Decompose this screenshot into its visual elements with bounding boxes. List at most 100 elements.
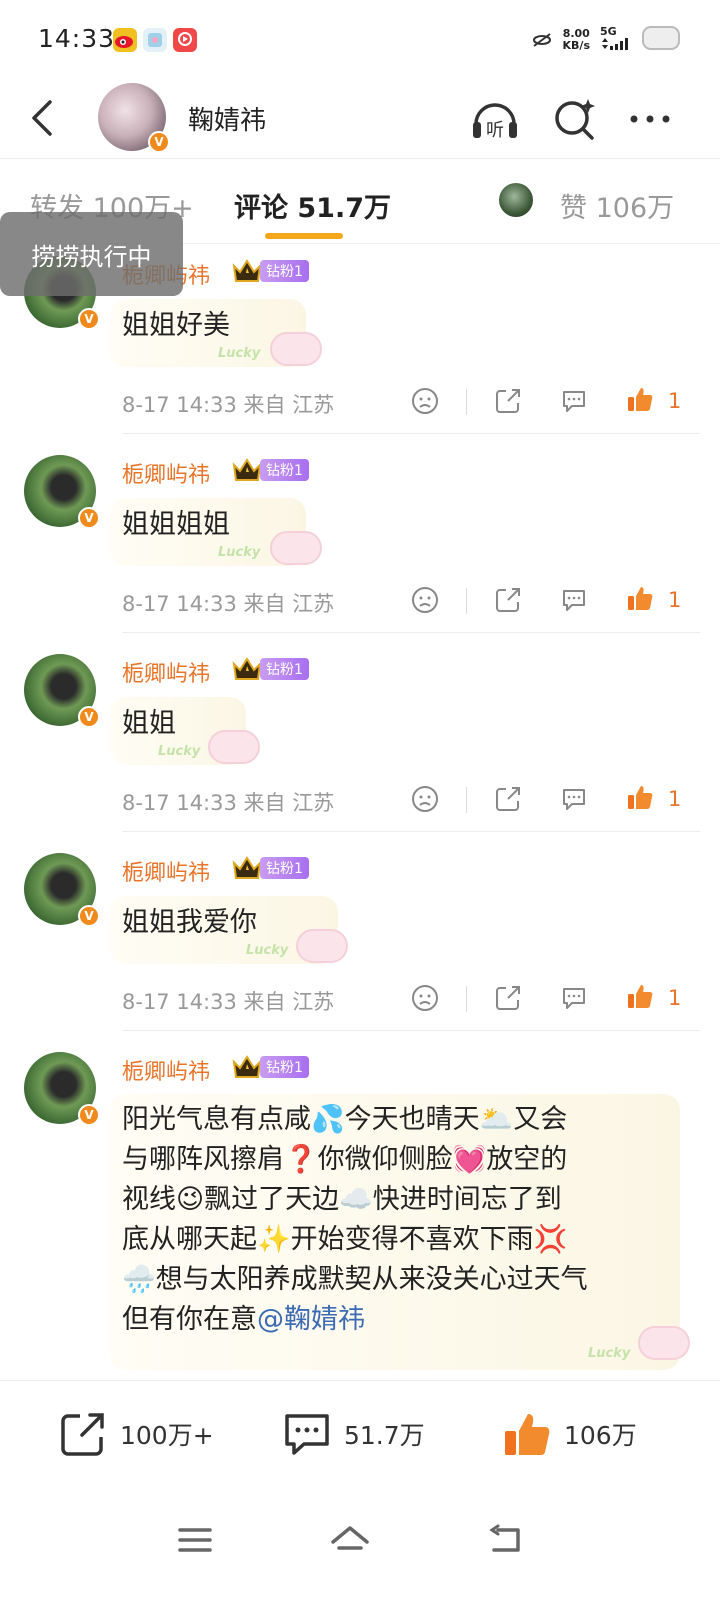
network-type: 5G xyxy=(600,26,628,53)
like-count: 1 xyxy=(668,389,682,413)
comment-icon xyxy=(285,1414,329,1455)
signal-icon xyxy=(602,38,628,50)
commenter-avatar[interactable]: V xyxy=(24,853,100,927)
home-icon[interactable] xyxy=(330,1522,370,1558)
comment-item: V 栀卿屿祎 钻粉1 Lucky 姐姐我爱你 8-17 14:33 来自 江苏 … xyxy=(0,841,720,1031)
reply-icon[interactable] xyxy=(560,387,588,415)
comment-text[interactable]: 姐姐 xyxy=(122,704,176,744)
dislike-face-icon[interactable] xyxy=(411,387,439,415)
fan-level-label: 钻粉1 xyxy=(260,857,309,879)
bubble-lucky-text: Lucky xyxy=(218,346,261,361)
comment-meta: 8-17 14:33 来自 江苏 xyxy=(122,990,335,1014)
crown-icon xyxy=(232,657,262,680)
status-right-icons: 8.00 KB/s 5G xyxy=(531,26,660,53)
header-divider xyxy=(0,158,720,159)
bluetooth-off-icon xyxy=(532,32,551,47)
like-count-total: 106万 xyxy=(564,1421,637,1450)
verified-badge-icon: V xyxy=(78,706,100,728)
reply-icon[interactable] xyxy=(560,586,588,614)
comment-divider xyxy=(122,831,700,832)
header-username[interactable]: 鞠婧祎 xyxy=(188,100,266,137)
verified-badge-icon: V xyxy=(78,1104,100,1126)
menu-icon[interactable] xyxy=(176,1522,216,1558)
comment-meta: 8-17 14:33 来自 江苏 xyxy=(122,393,335,417)
crown-icon xyxy=(232,1055,262,1078)
action-separator xyxy=(466,986,467,1012)
commenter-name[interactable]: 栀卿屿祎 xyxy=(122,457,210,489)
thumbs-up-icon[interactable] xyxy=(626,584,654,612)
bubble-cloud-icon xyxy=(296,929,348,963)
crown-icon xyxy=(232,259,262,282)
action-separator xyxy=(466,787,467,813)
dislike-face-icon[interactable] xyxy=(411,586,439,614)
commenter-name[interactable]: 栀卿屿祎 xyxy=(122,855,210,887)
status-app-icons xyxy=(113,28,197,52)
share-icon xyxy=(61,1413,104,1456)
commenter-avatar[interactable]: V xyxy=(24,1052,100,1126)
fan-level-label: 钻粉1 xyxy=(260,459,309,481)
action-separator xyxy=(466,389,467,415)
comment-text[interactable]: 姐姐姐姐 xyxy=(122,505,230,545)
more-icon[interactable] xyxy=(626,94,676,144)
crown-icon xyxy=(232,458,262,481)
comment-meta: 8-17 14:33 来自 江苏 xyxy=(122,791,335,815)
bubble-lucky-text: Lucky xyxy=(158,744,201,759)
comment-count: 51.7万 xyxy=(344,1421,425,1450)
status-time: 14:33 xyxy=(38,24,116,53)
commenter-name[interactable]: 栀卿屿祎 xyxy=(122,656,210,688)
fan-level-label: 钻粉1 xyxy=(260,658,309,680)
comment-text[interactable]: 阳光气息有点咸💦今天也晴天🌥️又会 与哪阵风擦肩❓你微仰侧脸💓放空的 视线😉飘过… xyxy=(122,1100,682,1340)
fan-badge: 钻粉1 xyxy=(232,258,309,284)
commenter-avatar[interactable]: V xyxy=(24,654,100,728)
bubble-lucky-text: Lucky xyxy=(588,1346,631,1361)
fan-badge: 钻粉1 xyxy=(232,855,309,881)
action-separator xyxy=(466,588,467,614)
thumbs-up-icon[interactable] xyxy=(626,982,654,1010)
reply-icon[interactable] xyxy=(560,785,588,813)
tab-comments[interactable]: 评论 51.7万 xyxy=(234,186,391,225)
share-icon[interactable] xyxy=(494,387,522,415)
like-count: 1 xyxy=(668,588,682,612)
comment-button[interactable]: 51.7万 xyxy=(282,1409,425,1459)
share-icon[interactable] xyxy=(494,984,522,1012)
comment-divider xyxy=(122,1030,700,1031)
commenter-avatar[interactable]: V xyxy=(24,455,100,529)
weibo-app-icon xyxy=(113,28,137,52)
back-nav-icon[interactable] xyxy=(488,1522,528,1558)
commenter-name[interactable]: 栀卿屿祎 xyxy=(122,1054,210,1086)
search-icon[interactable] xyxy=(550,94,600,144)
svg-text:听: 听 xyxy=(486,120,504,141)
like-count: 1 xyxy=(668,787,682,811)
bubble-cloud-icon xyxy=(270,332,322,366)
repost-button[interactable]: 100万+ xyxy=(58,1409,214,1459)
reply-icon[interactable] xyxy=(560,984,588,1012)
verified-badge-icon: V xyxy=(78,507,100,529)
video-app-icon xyxy=(173,28,197,52)
share-icon[interactable] xyxy=(494,586,522,614)
listen-headphones-icon[interactable]: 听 xyxy=(470,94,520,144)
dislike-face-icon[interactable] xyxy=(411,984,439,1012)
header-avatar[interactable]: V xyxy=(98,83,170,153)
comment-text[interactable]: 姐姐好美 xyxy=(122,306,230,346)
comment-divider xyxy=(122,632,700,633)
bubble-lucky-text: Lucky xyxy=(218,545,261,560)
bubble-lucky-text: Lucky xyxy=(246,943,289,958)
comment-text[interactable]: 姐姐我爱你 xyxy=(122,903,257,943)
thumbs-up-icon[interactable] xyxy=(626,783,654,811)
back-arrow-icon[interactable] xyxy=(24,98,64,138)
share-icon[interactable] xyxy=(494,785,522,813)
comment-divider xyxy=(122,433,700,434)
fan-badge: 钻粉1 xyxy=(232,1054,309,1080)
verified-badge-icon: V xyxy=(78,905,100,927)
net-speed: 8.00 KB/s xyxy=(562,26,590,52)
mention-link[interactable]: @鞠婧祎 xyxy=(257,1304,365,1335)
status-bar: 14:33 8.00 KB/s 5G xyxy=(0,0,720,80)
like-button[interactable]: 106万 xyxy=(502,1409,637,1459)
crown-icon xyxy=(232,856,262,879)
dislike-face-icon[interactable] xyxy=(411,785,439,813)
fan-level-label: 钻粉1 xyxy=(260,260,309,282)
thumbs-up-icon[interactable] xyxy=(626,385,654,413)
bottom-action-bar: 100万+ 51.7万 106万 xyxy=(0,1380,720,1490)
tab-likes[interactable]: 赞 106万 xyxy=(560,186,674,225)
liker-avatar xyxy=(499,183,533,217)
